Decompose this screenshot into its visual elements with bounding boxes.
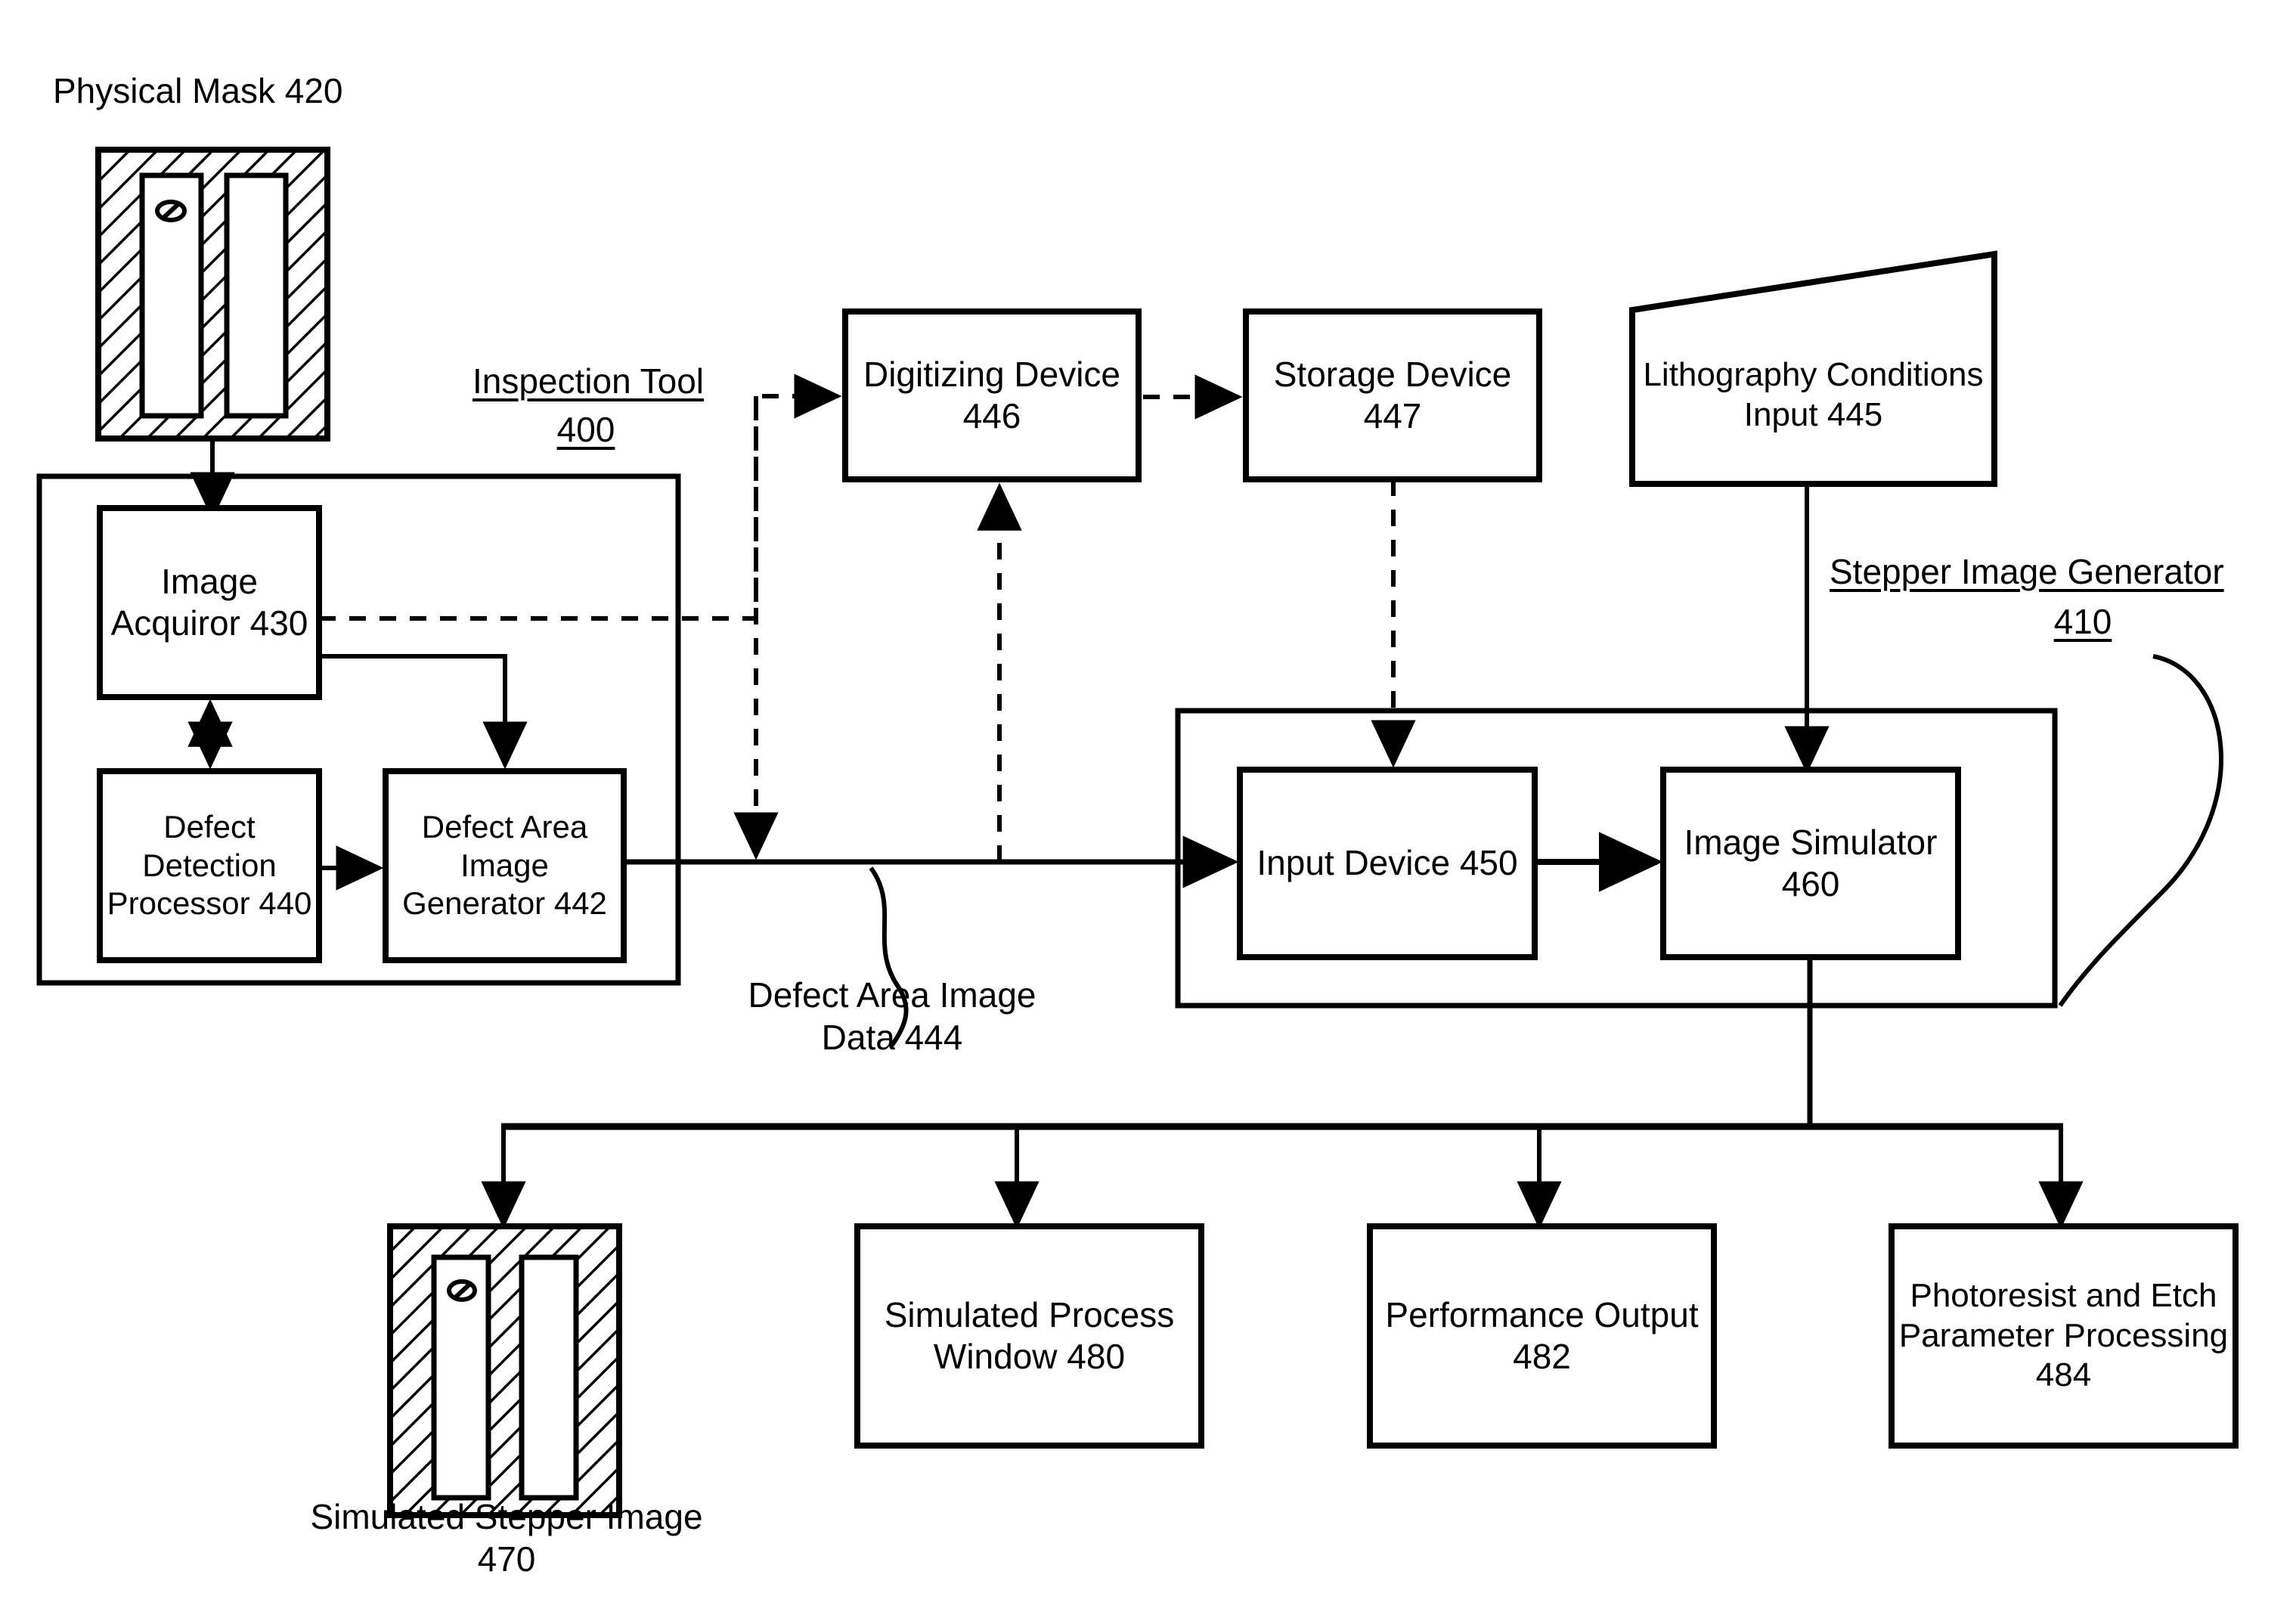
image-simulator-block-label: Image Simulator 460 [1684,822,1938,903]
photoresist-etch-parameter-block-label: Photoresist and Etch Parameter Processin… [1898,1276,2229,1394]
stepper-image-generator-label: Stepper Image Generator [1830,552,2224,591]
patent-figure-canvas: Physical Mask 420 Inspection Tool 400 Im… [0,0,2296,1624]
simulated-process-window-block-label: Simulated Process Window 480 [884,1294,1175,1376]
defect-area-image-generator-block-label: Defect Area Image Generator 442 [402,809,607,922]
defect-detection-processor-block-label: Defect Detection Processor 440 [107,809,312,922]
image-acquiror-block-label: Image Acquiror 430 [110,561,308,643]
digitizing-device-block-label: Digitizing Device 446 [863,354,1120,435]
performance-output-block-label: Performance Output 482 [1385,1294,1699,1376]
storage-device-block-label: Storage Device 447 [1273,354,1512,435]
inspection-tool-ref: 400 [556,410,615,449]
lithography-conditions-input-block-label: Lithography Conditions Input 445 [1643,356,1984,433]
physical-mask-graphic [95,147,330,442]
simulated-stepper-image-graphic [387,1223,622,1518]
physical-mask-label: Physical Mask 420 [53,71,343,110]
defect-area-image-data-label: Defect Area Image Data 444 [748,975,1036,1058]
simulated-stepper-image-label: Simulated Stepper Image 470 [310,1497,703,1579]
inspection-tool-label: Inspection Tool [472,361,705,401]
input-device-block-label: Input Device 450 [1256,843,1518,883]
stepper-image-generator-ref: 410 [2053,602,2112,641]
